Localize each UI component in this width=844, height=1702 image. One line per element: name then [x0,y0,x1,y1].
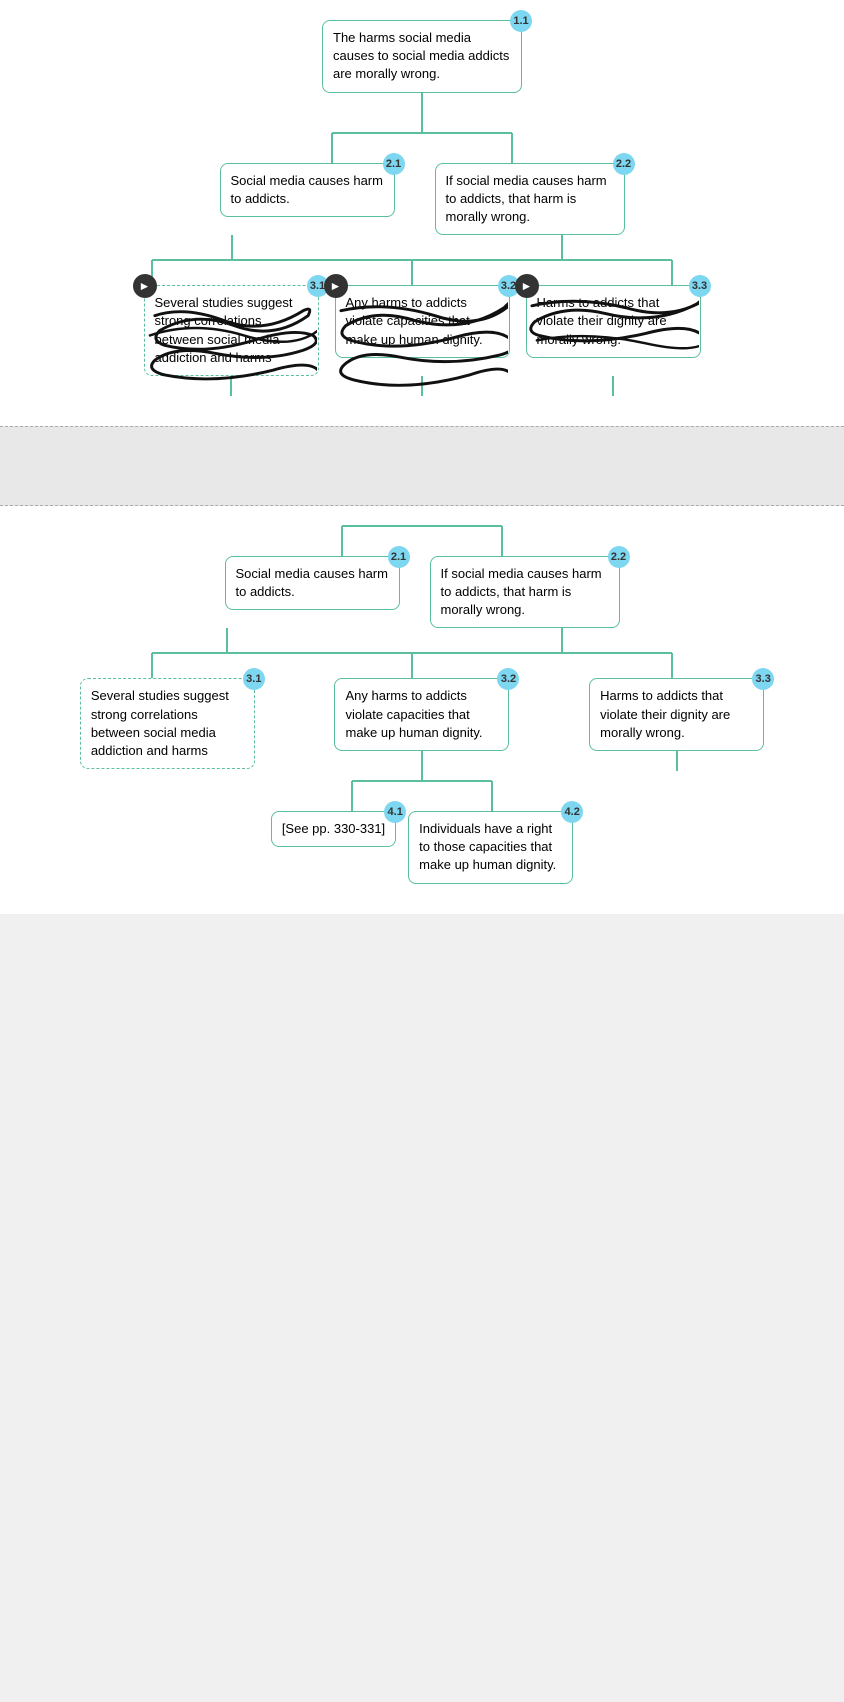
tree-bottom: 2.1 Social media causes harm to addicts.… [10,526,834,884]
node-1-1-text: The harms social media causes to social … [333,30,509,81]
branch-svg-2 [72,235,772,285]
badge-b-3-2: 3.2 [497,668,519,690]
col-b-3-2: 3.2 Any harms to addicts violate capacit… [271,678,573,883]
level-4-bottom: 4.1 [See pp. 330-331] 4.2 Individuals ha… [271,811,573,884]
col-3-1: ► 3.1 Several studies suggest strong cor… [144,285,319,376]
col-b-4-2: 4.2 Individuals have a right to those ca… [408,811,573,884]
badge-b-3-1: 3.1 [243,668,265,690]
level-3-connectors-bottom [144,376,701,396]
node-b-3-2[interactable]: 3.2 Any harms to addicts violate capacit… [334,678,509,751]
node-b-3-1[interactable]: 3.1 Several studies suggest strong corre… [80,678,255,769]
badge-1-1: 1.1 [510,10,532,32]
col-b-2-2: 2.2 If social media causes harm to addic… [430,556,620,629]
node-b-3-2-text: Any harms to addicts violate capacities … [345,688,482,739]
node-3-1[interactable]: ► 3.1 Several studies suggest strong cor… [144,285,319,376]
badge-2-2: 2.2 [613,153,635,175]
badge-b-4-2: 4.2 [561,801,583,823]
arrow-icon-3-1: ► [133,274,157,298]
level-3: ► 3.1 Several studies suggest strong cor… [144,285,701,376]
node-b-2-1-text: Social media causes harm to addicts. [236,566,388,599]
col-2-2: 2.2 If social media causes harm to addic… [435,163,625,236]
node-b-2-2-text: If social media causes harm to addicts, … [441,566,602,617]
node-b-4-2[interactable]: 4.2 Individuals have a right to those ca… [408,811,573,884]
node-b-2-1[interactable]: 2.1 Social media causes harm to addicts. [225,556,400,610]
node-b-2-2[interactable]: 2.2 If social media causes harm to addic… [430,556,620,629]
arrow-icon-3-3: ► [515,274,539,298]
badge-b-3-3: 3.3 [752,668,774,690]
tree-top: 1.1 The harms social media causes to soc… [10,20,834,396]
badge-b-2-2: 2.2 [608,546,630,568]
node-2-2-text: If social media causes harm to addicts, … [446,173,607,224]
col-b-4-1: 4.1 [See pp. 330-331] [271,811,396,847]
level-3-bottom: 3.1 Several studies suggest strong corre… [80,678,764,883]
node-3-2-text: Any harms to addicts violate capacities … [346,295,483,346]
branch-svg-1 [232,133,612,163]
top-connector-bottom [212,526,632,556]
arrow-icon-3-2: ► [324,274,348,298]
col-3-3: ► 3.3 Harms to addicts that violate thei… [526,285,701,358]
connector-v-1 [421,93,423,133]
node-b-4-1[interactable]: 4.1 [See pp. 330-331] [271,811,396,847]
node-b-3-3-text: Harms to addicts that violate their dign… [600,688,730,739]
node-3-3-text: Harms to addicts that violate their dign… [537,295,667,346]
col-b-2-1: 2.1 Social media causes harm to addicts. [225,556,400,610]
node-b-4-1-text: [See pp. 330-331] [282,821,385,836]
node-2-2[interactable]: 2.2 If social media causes harm to addic… [435,163,625,236]
section-divider [0,426,844,506]
section-top: 1.1 The harms social media causes to soc… [0,0,844,426]
level-2: 2.1 Social media causes harm to addicts.… [220,163,625,236]
connector-b-3-2-down [421,751,423,781]
col-b-3-1: 3.1 Several studies suggest strong corre… [80,678,255,769]
level-1: 1.1 The harms social media causes to soc… [322,20,522,93]
node-3-1-text: Several studies suggest strong correlati… [155,295,293,365]
badge-b-4-1: 4.1 [384,801,406,823]
connector-b-3-3-down [676,751,678,771]
node-2-1[interactable]: 2.1 Social media causes harm to addicts. [220,163,395,217]
node-b-3-3[interactable]: 3.3 Harms to addicts that violate their … [589,678,764,751]
col-3-2: ► 3.2 Any harms to addicts violate capac… [335,285,510,358]
node-3-2[interactable]: ► 3.2 Any harms to addicts violate capac… [335,285,510,358]
branch-svg-b-2 [72,628,772,678]
node-b-3-1-text: Several studies suggest strong correlati… [91,688,229,758]
node-2-1-text: Social media causes harm to addicts. [231,173,383,206]
badge-b-2-1: 2.1 [388,546,410,568]
col-b-3-3: 3.3 Harms to addicts that violate their … [589,678,764,771]
col-2-1: 2.1 Social media causes harm to addicts. [220,163,395,217]
level-2-bottom: 2.1 Social media causes harm to addicts.… [225,556,620,629]
badge-3-3: 3.3 [689,275,711,297]
node-b-4-2-text: Individuals have a right to those capaci… [419,821,556,872]
node-1-1[interactable]: 1.1 The harms social media causes to soc… [322,20,522,93]
section-bottom: 2.1 Social media causes harm to addicts.… [0,506,844,914]
branch-svg-b-3 [282,781,562,811]
node-3-3[interactable]: ► 3.3 Harms to addicts that violate thei… [526,285,701,358]
badge-2-1: 2.1 [383,153,405,175]
